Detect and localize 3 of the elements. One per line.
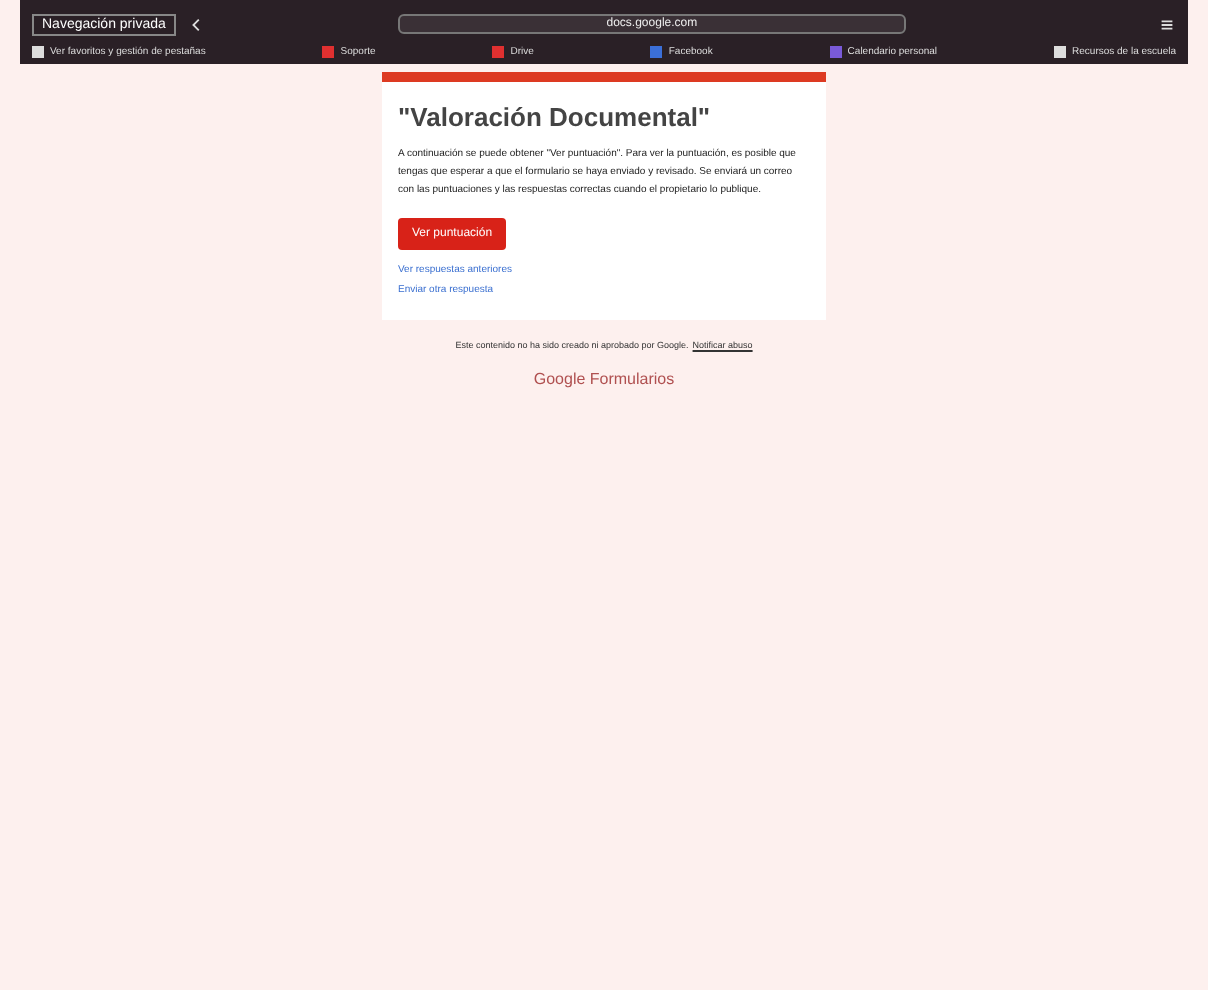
form-title: "Valoración Documental" [398,102,711,132]
brand-text: Google Formularios [531,370,677,388]
menu-icon[interactable] [1158,15,1176,33]
